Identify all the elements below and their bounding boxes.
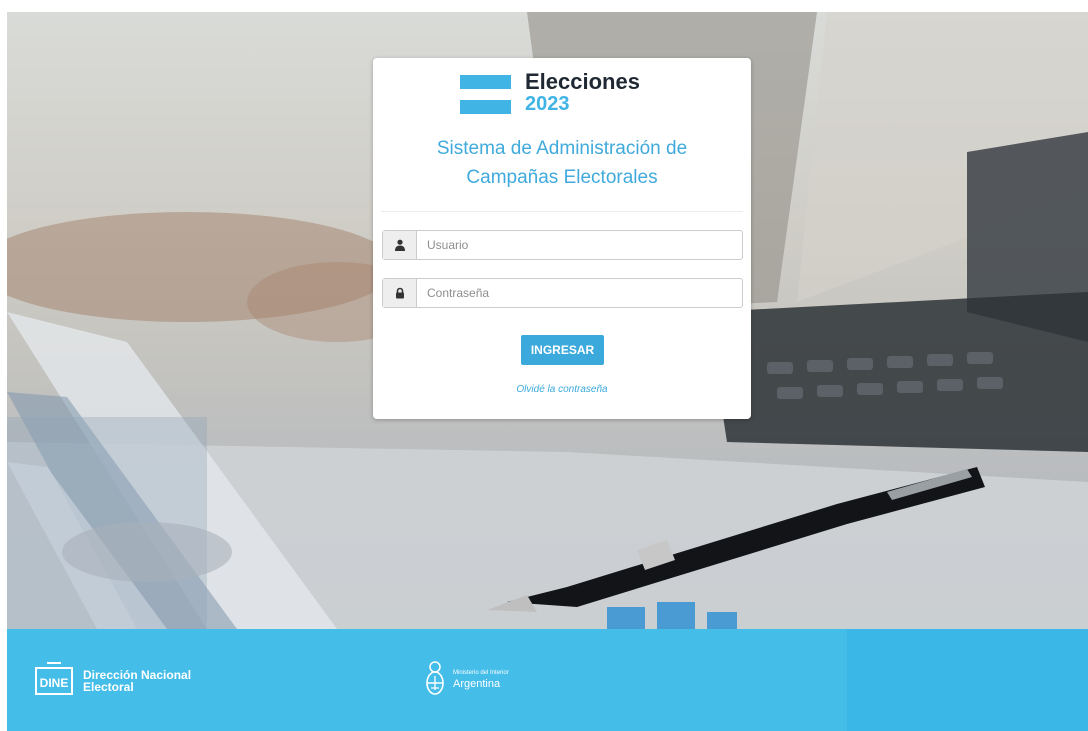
ministerio-logo: Ministerio del Interior Argentina bbox=[425, 660, 509, 698]
system-title: Sistema de Administración de Campañas El… bbox=[436, 138, 688, 188]
login-button[interactable]: INGRESAR bbox=[521, 335, 604, 365]
logo-title: Elecciones bbox=[525, 69, 640, 94]
elecciones-logo: Elecciones 2023 bbox=[460, 70, 640, 114]
login-card: Elecciones 2023 Sistema de Administració… bbox=[373, 58, 751, 419]
argentina-coat-of-arms-icon bbox=[426, 661, 444, 695]
flag-icon bbox=[460, 70, 511, 114]
dine-logo-text: Dirección Nacional Electoral bbox=[83, 669, 191, 693]
username-field bbox=[382, 230, 743, 260]
dine-logo: DINE Dirección Nacional Electoral bbox=[35, 662, 191, 695]
dine-logo-mark: DINE bbox=[35, 662, 73, 695]
divider bbox=[381, 211, 743, 212]
ministerio-line-2: Argentina bbox=[453, 678, 501, 690]
ministerio-text: Ministerio del Interior Argentina bbox=[453, 668, 509, 690]
dine-line-2: Electoral bbox=[83, 680, 134, 694]
footer-right-panel bbox=[847, 629, 1088, 731]
footer-bar: DINE Dirección Nacional Electoral Minist… bbox=[7, 629, 847, 731]
lock-icon bbox=[383, 279, 417, 307]
logo-year: 2023 bbox=[525, 93, 570, 115]
username-input[interactable] bbox=[417, 231, 742, 259]
user-icon bbox=[383, 231, 417, 259]
password-field bbox=[382, 278, 743, 308]
forgot-password-link[interactable]: Olvidé la contraseña bbox=[373, 384, 751, 395]
password-input[interactable] bbox=[417, 279, 742, 307]
